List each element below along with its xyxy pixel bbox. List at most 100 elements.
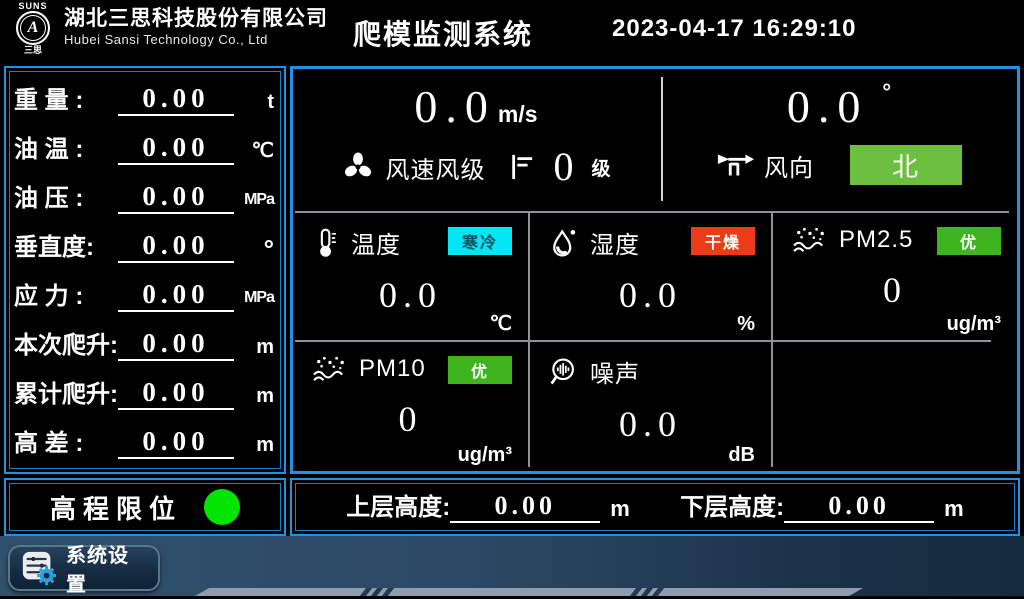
metric-row-verticality: 垂直度: 0.00 ° bbox=[14, 229, 274, 263]
wind-vane-icon bbox=[716, 149, 754, 181]
settings-label: 系统设置 bbox=[66, 539, 148, 597]
monitor-screen: SUNS A 三思 湖北三思科技股份有限公司 Hubei Sansi Techn… bbox=[0, 0, 1024, 599]
lower-height-label: 下层高度: bbox=[680, 493, 784, 523]
logo-bottom-text: 三思 bbox=[6, 45, 60, 55]
noise-icon bbox=[548, 355, 580, 389]
company-name-cn: 湖北三思科技股份有限公司 bbox=[64, 6, 328, 31]
company-block: 湖北三思科技股份有限公司 Hubei Sansi Technology Co.,… bbox=[64, 6, 328, 48]
wind-direction-unit: ° bbox=[882, 77, 891, 107]
thermometer-icon bbox=[311, 226, 341, 260]
grid-line bbox=[528, 213, 530, 467]
sensor-unit: dB bbox=[728, 444, 755, 467]
sensor-cell-noise: 噪声 0.0 dB bbox=[532, 344, 769, 469]
metric-label: 本次爬升: bbox=[14, 331, 118, 361]
sensor-label: 噪声 bbox=[590, 354, 640, 389]
metric-row-current-climb: 本次爬升: 0.00 m bbox=[14, 327, 274, 361]
wind-level-value: 0 bbox=[553, 145, 573, 189]
grid-line bbox=[295, 340, 991, 342]
status-badge: 干燥 bbox=[691, 227, 755, 255]
sensor-label: PM10 bbox=[359, 355, 426, 383]
metric-value: 0.00 bbox=[118, 376, 234, 410]
metric-value: 0.00 bbox=[118, 425, 234, 459]
logo-top-text: SUNS bbox=[6, 1, 60, 11]
elevation-limit-label: 高程限位 bbox=[50, 489, 182, 526]
environment-panel: 0.0 m/s 风速风级 bbox=[290, 66, 1020, 474]
metric-value: 0.00 bbox=[118, 229, 234, 263]
sensor-value: 0 bbox=[775, 269, 1015, 311]
sensor-value: 0.0 bbox=[532, 274, 769, 316]
company-name-en: Hubei Sansi Technology Co., Ltd bbox=[64, 31, 328, 48]
elevation-limit-indicator bbox=[204, 489, 240, 525]
upper-height-unit: m bbox=[610, 495, 630, 523]
wind-direction-chip: 北 bbox=[850, 145, 962, 185]
metric-row-total-climb: 累计爬升: 0.00 m bbox=[14, 376, 274, 410]
fan-icon bbox=[341, 150, 375, 184]
settings-icon bbox=[20, 549, 58, 587]
sensor-cell-temperature: 温度 寒冷 0.0 ℃ bbox=[295, 215, 526, 338]
wind-direction-value: 0.0 bbox=[787, 77, 869, 137]
metric-unit: m bbox=[234, 431, 274, 459]
sensor-unit: ug/m³ bbox=[458, 444, 512, 467]
sensor-label: PM2.5 bbox=[839, 226, 913, 254]
grid-line bbox=[771, 213, 773, 467]
header: SUNS A 三思 湖北三思科技股份有限公司 Hubei Sansi Techn… bbox=[0, 0, 1024, 57]
metric-label: 油 压 : bbox=[14, 184, 118, 214]
metric-label: 应 力 : bbox=[14, 282, 118, 312]
metric-row-oil-pressure: 油 压 : 0.00 MPa bbox=[14, 180, 274, 214]
metric-value: 0.00 bbox=[118, 131, 234, 165]
elevation-limit-box: 高程限位 bbox=[4, 478, 286, 536]
dust-icon bbox=[311, 354, 349, 384]
metric-label: 垂直度: bbox=[14, 233, 118, 263]
sensor-unit: ℃ bbox=[490, 311, 512, 336]
sensor-cell-pm25: PM2.5 优 0 ug/m³ bbox=[775, 215, 1015, 338]
sensor-value: 0 bbox=[295, 398, 526, 440]
sensor-label: 湿度 bbox=[590, 225, 640, 260]
metric-row-weight: 重 量 : 0.00 t bbox=[14, 82, 274, 116]
wind-speed-value: 0.0 bbox=[414, 77, 496, 137]
status-badge: 优 bbox=[937, 227, 1001, 255]
upper-height-group: 上层高度: 0.00 m bbox=[346, 491, 630, 523]
metric-value: 0.00 bbox=[118, 82, 234, 116]
upper-height-value: 0.00 bbox=[450, 491, 600, 523]
lower-height-group: 下层高度: 0.00 m bbox=[680, 491, 964, 523]
metric-label: 高 差 : bbox=[14, 429, 118, 459]
footer-bar: 系统设置 bbox=[0, 536, 1024, 599]
wind-level-unit: 级 bbox=[591, 154, 610, 181]
sensor-label: 温度 bbox=[351, 225, 401, 260]
stripe-slash bbox=[651, 587, 665, 597]
metric-unit: ℃ bbox=[234, 137, 274, 165]
sensor-value: 0.0 bbox=[532, 403, 769, 445]
sensor-cell-humidity: 湿度 干燥 0.0 % bbox=[532, 215, 769, 338]
upper-height-label: 上层高度: bbox=[346, 493, 450, 523]
wind-direction-label: 风向 bbox=[764, 148, 814, 183]
metric-sidebar: 重 量 : 0.00 t 油 温 : 0.00 ℃ 油 压 : 0.00 MPa… bbox=[4, 66, 286, 474]
metric-unit: ° bbox=[234, 235, 274, 263]
metric-unit: m bbox=[234, 333, 274, 361]
metric-label: 累计爬升: bbox=[14, 380, 118, 410]
metric-label: 重 量 : bbox=[14, 86, 118, 116]
dust-icon bbox=[791, 225, 829, 255]
page-title: 爬模监测系统 bbox=[353, 13, 533, 53]
metric-label: 油 温 : bbox=[14, 135, 118, 165]
metric-value: 0.00 bbox=[118, 278, 234, 312]
metric-row-oil-temp: 油 温 : 0.00 ℃ bbox=[14, 131, 274, 165]
metric-value: 0.00 bbox=[118, 180, 234, 214]
lower-height-value: 0.00 bbox=[784, 491, 934, 523]
layer-height-box: 上层高度: 0.00 m 下层高度: 0.00 m bbox=[290, 478, 1020, 536]
droplet-icon bbox=[548, 226, 580, 260]
datetime: 2023-04-17 16:29:10 bbox=[612, 15, 857, 43]
wind-flag-icon bbox=[509, 152, 535, 182]
header-divider bbox=[0, 57, 1024, 60]
lower-height-unit: m bbox=[944, 495, 964, 523]
wind-direction-section: 0.0 ° 风向 北 bbox=[663, 69, 1015, 209]
wind-speed-unit: m/s bbox=[498, 101, 538, 128]
sensor-cell-pm10: PM10 优 0 ug/m³ bbox=[295, 344, 526, 469]
wind-speed-label: 风速风级 bbox=[385, 150, 485, 185]
status-badge: 优 bbox=[448, 356, 512, 384]
system-settings-button[interactable]: 系统设置 bbox=[8, 545, 160, 591]
sensor-value: 0.0 bbox=[295, 274, 526, 316]
sensor-unit: % bbox=[737, 313, 755, 336]
status-badge: 寒冷 bbox=[448, 227, 512, 255]
suns-logo: SUNS A 三思 bbox=[6, 1, 60, 55]
metric-unit: MPa bbox=[234, 284, 274, 312]
